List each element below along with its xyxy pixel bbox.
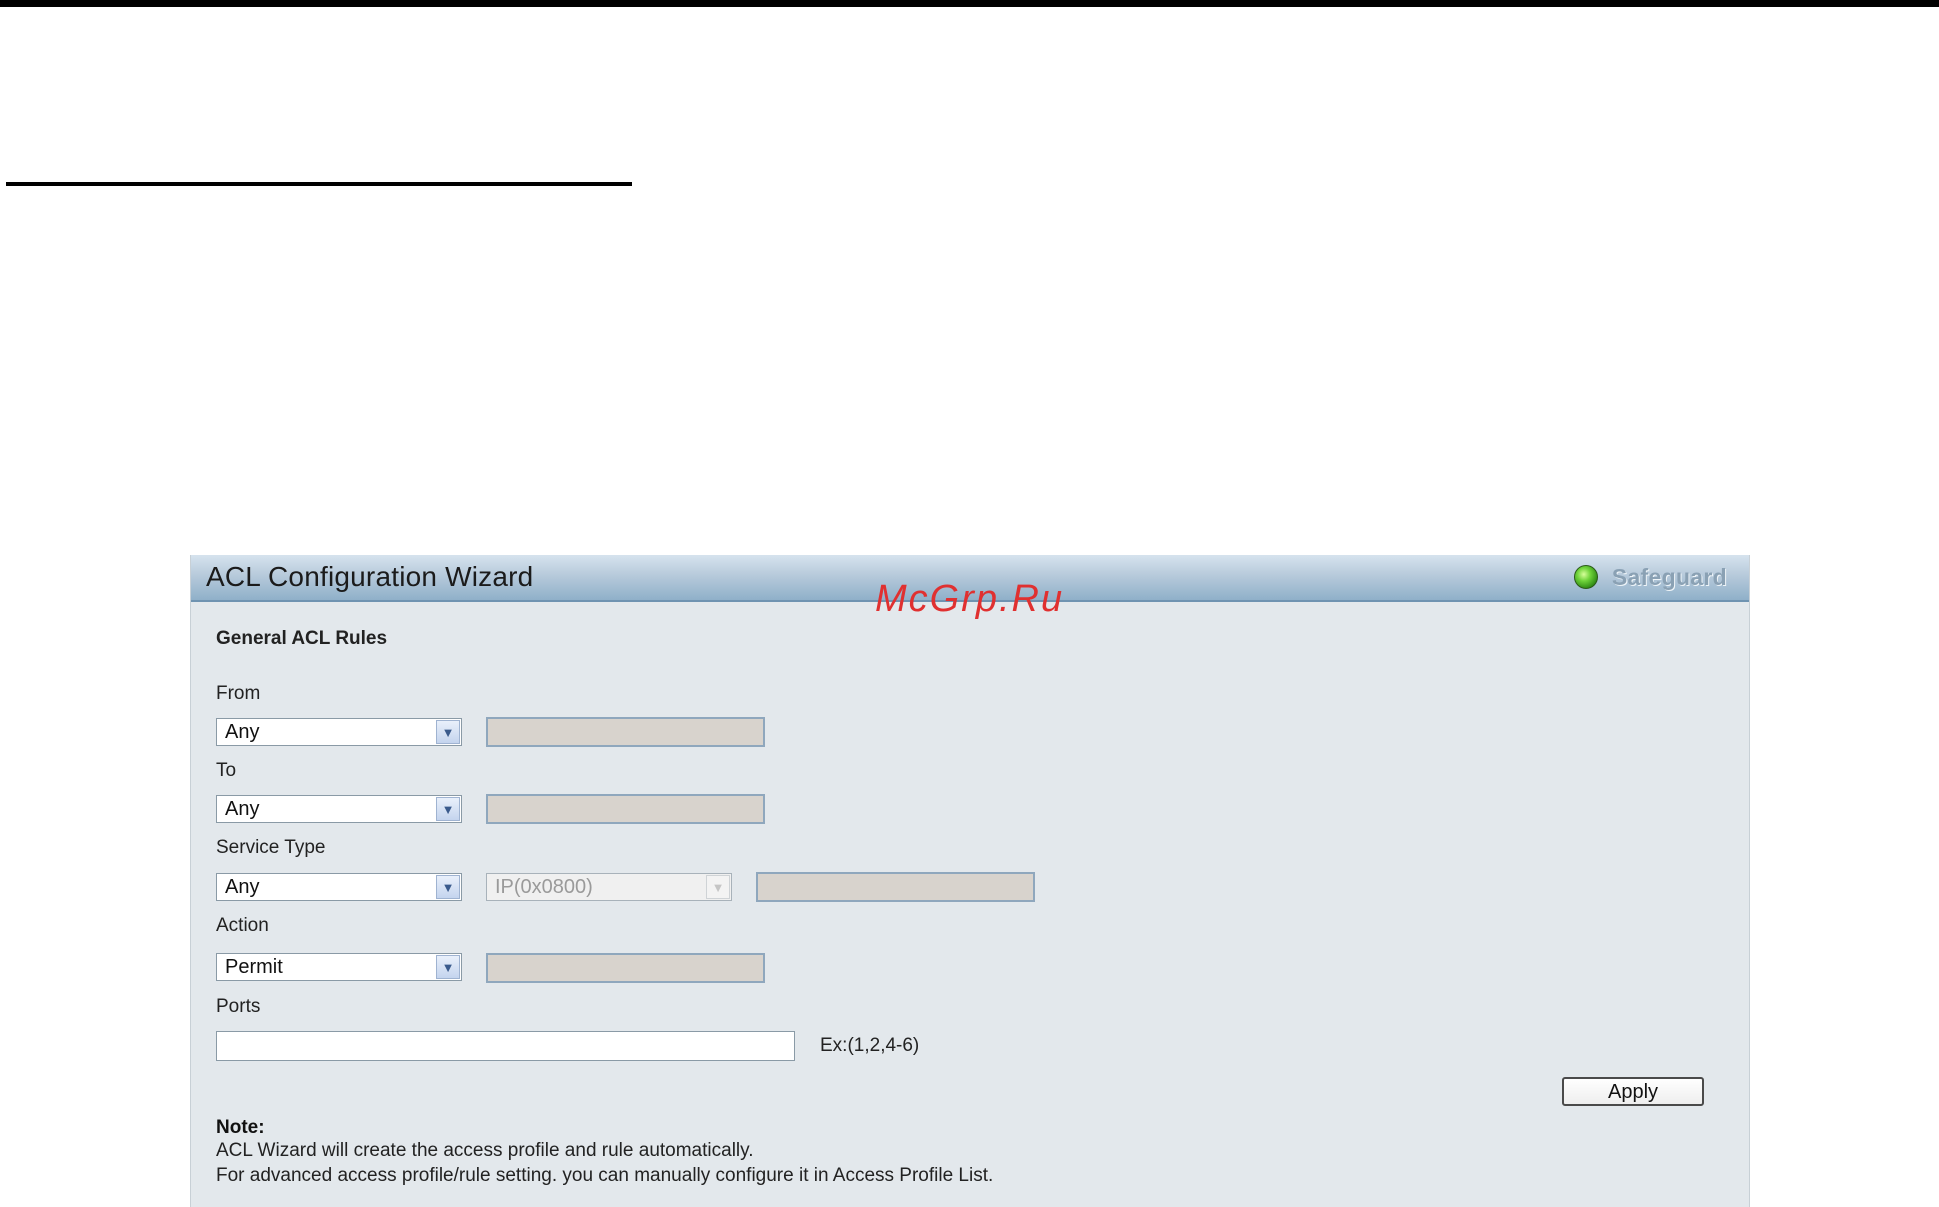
to-label: To	[216, 760, 237, 781]
service-value-field	[756, 872, 1035, 902]
from-select-value: Any	[225, 721, 260, 743]
note-line-2: For advanced access profile/rule setting…	[216, 1165, 994, 1186]
safeguard-indicator: Safeguard	[1573, 562, 1727, 592]
safeguard-status-icon	[1573, 565, 1598, 589]
top-rule	[0, 0, 1939, 7]
action-select-value: Permit	[225, 956, 283, 978]
action-label: Action	[216, 915, 269, 936]
watermark-text: McGrp.Ru	[875, 578, 1065, 620]
safeguard-label: Safeguard	[1611, 563, 1727, 590]
chevron-down-icon: ▼	[706, 875, 730, 899]
service-type-select-value: Any	[225, 876, 260, 898]
panel-title: ACL Configuration Wizard	[206, 561, 534, 592]
service-type-label: Service Type	[216, 837, 326, 858]
apply-button[interactable]: Apply	[1562, 1077, 1704, 1106]
chevron-down-icon[interactable]: ▼	[436, 875, 460, 899]
chevron-down-icon[interactable]: ▼	[436, 720, 460, 744]
to-select-value: Any	[225, 798, 260, 820]
ports-input[interactable]	[216, 1031, 795, 1061]
from-value-field	[486, 717, 765, 747]
section-title: General ACL Rules	[216, 628, 388, 649]
heading-rule	[6, 182, 632, 186]
ports-label: Ports	[216, 996, 261, 1017]
chevron-down-icon[interactable]: ▼	[436, 955, 460, 979]
protocol-select-value: IP(0x0800)	[495, 876, 593, 898]
ports-hint: Ex:(1,2,4-6)	[820, 1035, 920, 1056]
action-value-field	[486, 953, 765, 983]
action-select[interactable]: Permit ▼	[216, 953, 462, 981]
from-select[interactable]: Any ▼	[216, 718, 462, 746]
note-title: Note:	[216, 1117, 265, 1138]
acl-wizard-panel: ACL Configuration Wizard Safeguard Gener…	[190, 555, 1750, 1207]
to-select[interactable]: Any ▼	[216, 795, 462, 823]
service-type-select[interactable]: Any ▼	[216, 873, 462, 901]
protocol-select: IP(0x0800) ▼	[486, 873, 732, 901]
from-label: From	[216, 683, 261, 704]
chevron-down-icon[interactable]: ▼	[436, 797, 460, 821]
note-line-1: ACL Wizard will create the access profil…	[216, 1140, 754, 1161]
to-value-field	[486, 794, 765, 824]
